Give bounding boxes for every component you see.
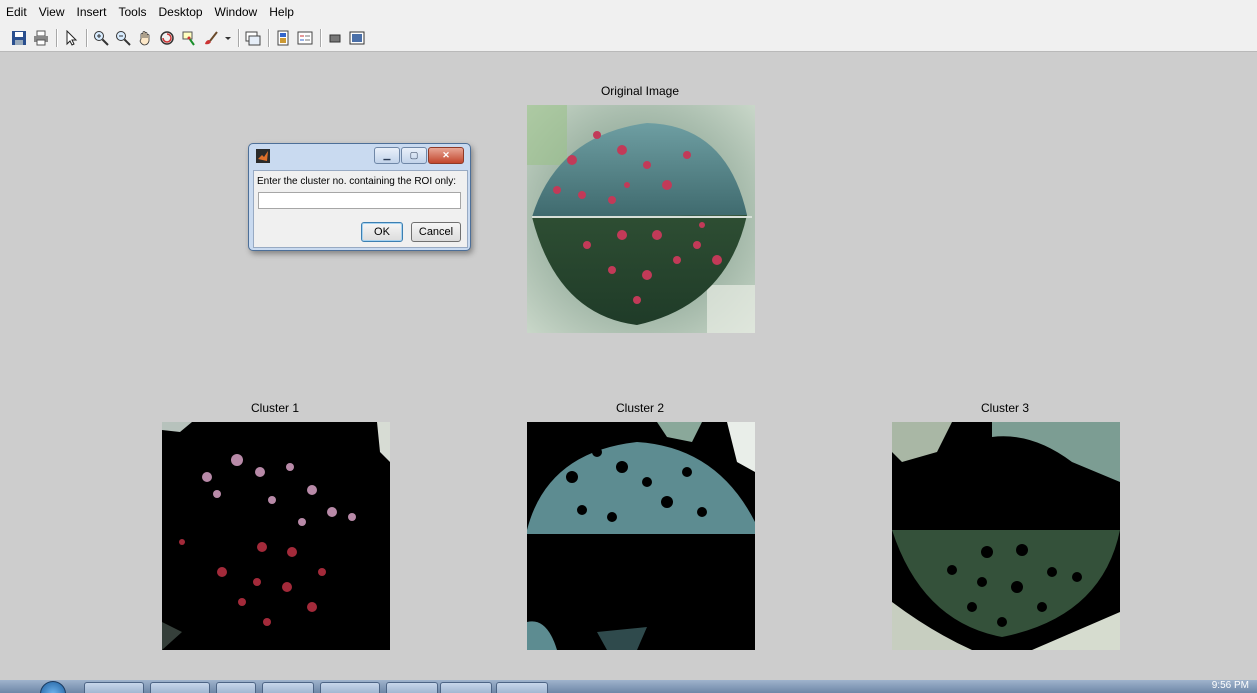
figure-canvas: Original Image Cluster 1 Cluster 2 Clust… bbox=[0, 53, 1257, 680]
original-image-axes bbox=[527, 105, 755, 333]
original-leaf-image bbox=[527, 105, 755, 333]
input-dialog: ▁ ▢ ✕ Enter the cluster no. containing t… bbox=[248, 143, 471, 251]
dropdown-arrow-icon[interactable] bbox=[224, 29, 232, 47]
taskbar-word-icon[interactable] bbox=[440, 682, 492, 693]
cluster1-title: Cluster 1 bbox=[250, 401, 300, 415]
toolbar-separator bbox=[86, 28, 87, 47]
maximize-icon[interactable]: ▢ bbox=[401, 147, 427, 164]
rotate-icon[interactable] bbox=[158, 29, 176, 47]
original-image-title: Original Image bbox=[600, 84, 680, 98]
cancel-button[interactable]: Cancel bbox=[411, 222, 461, 242]
figure-toolbar bbox=[0, 24, 1257, 52]
toolbar-separator bbox=[56, 28, 57, 47]
hide-plot-tools-icon[interactable] bbox=[326, 29, 344, 47]
cluster2-image bbox=[527, 422, 755, 650]
show-plot-tools-icon[interactable] bbox=[348, 29, 366, 47]
taskbar-app-icon[interactable] bbox=[320, 682, 380, 693]
toolbar-separator bbox=[320, 28, 321, 47]
taskbar-clock[interactable]: 9:56 PM bbox=[1212, 680, 1249, 692]
cluster-number-input[interactable] bbox=[258, 192, 461, 209]
pan-hand-icon[interactable] bbox=[136, 29, 154, 47]
data-cursor-icon[interactable] bbox=[180, 29, 198, 47]
cluster2-title: Cluster 2 bbox=[615, 401, 665, 415]
dialog-body: Enter the cluster no. containing the ROI… bbox=[253, 170, 468, 248]
minimize-icon[interactable]: ▁ bbox=[374, 147, 400, 164]
cluster2-axes bbox=[527, 422, 755, 650]
cluster1-axes bbox=[162, 422, 390, 650]
link-plot-icon[interactable] bbox=[244, 29, 262, 47]
menu-desktop[interactable]: Desktop bbox=[153, 0, 209, 24]
menu-insert[interactable]: Insert bbox=[70, 0, 112, 24]
close-icon[interactable]: ✕ bbox=[428, 147, 464, 164]
print-icon[interactable] bbox=[32, 29, 50, 47]
taskbar-window-icon[interactable] bbox=[496, 682, 548, 693]
matlab-logo-icon bbox=[256, 149, 270, 163]
start-button-icon[interactable] bbox=[40, 681, 66, 693]
taskbar-media-icon[interactable] bbox=[150, 682, 210, 693]
menu-tools[interactable]: Tools bbox=[113, 0, 153, 24]
zoom-in-icon[interactable] bbox=[92, 29, 110, 47]
taskbar-matlab-icon[interactable] bbox=[386, 682, 438, 693]
zoom-out-icon[interactable] bbox=[114, 29, 132, 47]
ok-button[interactable]: OK bbox=[361, 222, 403, 242]
dialog-titlebar[interactable]: ▁ ▢ ✕ bbox=[249, 144, 470, 170]
menu-view[interactable]: View bbox=[33, 0, 71, 24]
cluster3-image bbox=[892, 422, 1120, 650]
save-icon[interactable] bbox=[10, 29, 28, 47]
menu-help[interactable]: Help bbox=[263, 0, 300, 24]
brush-icon[interactable] bbox=[202, 29, 220, 47]
menu-edit[interactable]: Edit bbox=[0, 0, 33, 24]
menu-window[interactable]: Window bbox=[209, 0, 264, 24]
dialog-prompt: Enter the cluster no. containing the ROI… bbox=[257, 176, 456, 187]
cluster1-image bbox=[162, 422, 390, 650]
taskbar-explorer-icon[interactable] bbox=[84, 682, 144, 693]
taskbar-ie-icon[interactable] bbox=[262, 682, 314, 693]
toolbar-separator bbox=[268, 28, 269, 47]
taskbar-chrome-icon[interactable] bbox=[216, 682, 256, 693]
toolbar-separator bbox=[238, 28, 239, 47]
cluster3-title: Cluster 3 bbox=[980, 401, 1030, 415]
cluster3-axes bbox=[892, 422, 1120, 650]
colorbar-icon[interactable] bbox=[274, 29, 292, 47]
menu-bar: Edit View Insert Tools Desktop Window He… bbox=[0, 0, 1257, 24]
windows-taskbar: 9:56 PM bbox=[0, 680, 1257, 693]
legend-icon[interactable] bbox=[296, 29, 314, 47]
pointer-icon[interactable] bbox=[62, 29, 80, 47]
